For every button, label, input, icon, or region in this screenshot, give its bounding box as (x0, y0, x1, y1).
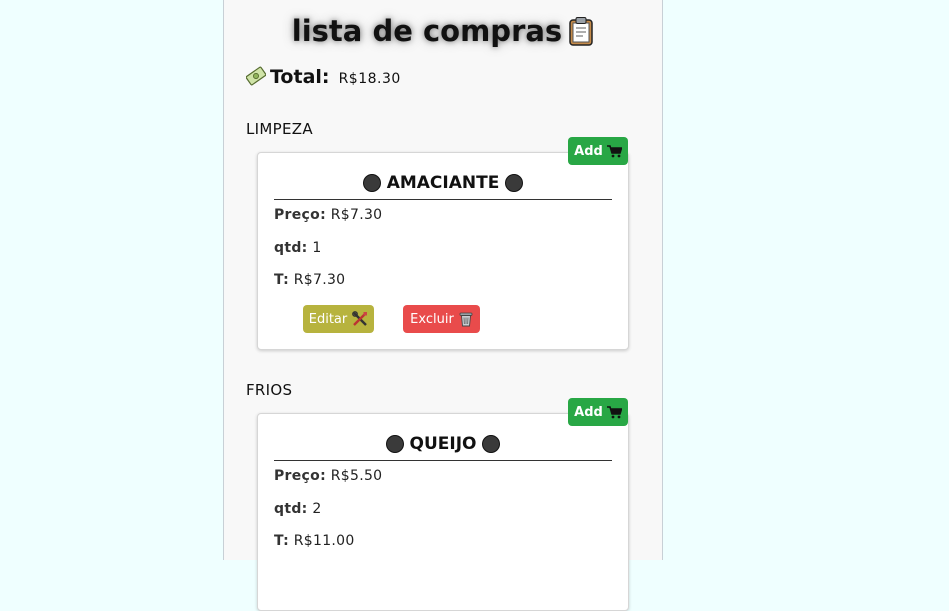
edit-button[interactable]: Editar (303, 305, 374, 333)
page-title-text: lista de compras (292, 14, 562, 48)
cart-icon (607, 145, 622, 158)
total-label: Total: (270, 66, 330, 88)
delete-button[interactable]: Excluir (403, 305, 480, 333)
total-summary: Total: R$18.30 (246, 66, 401, 91)
item-name: QUEIJO (410, 434, 477, 454)
add-item-button[interactable]: Add (568, 137, 628, 165)
page-title: lista de compras (224, 14, 662, 48)
item-card: QUEIJO Preço: R$5.50 qtd: 2 T: R$11.00 (257, 413, 629, 611)
price-value: R$5.50 (331, 468, 383, 484)
item-qty-row: qtd: 1 (274, 240, 322, 256)
total-value: R$18.30 (339, 71, 401, 87)
add-item-button[interactable]: Add (568, 398, 628, 426)
item-price-row: Preço: R$5.50 (274, 468, 382, 484)
black-circle-icon (386, 435, 404, 453)
price-label: Preço: (274, 468, 326, 484)
add-button-label: Add (574, 405, 603, 420)
black-circle-icon (505, 174, 523, 192)
qty-label: qtd: (274, 240, 308, 256)
add-button-label: Add (574, 144, 603, 159)
item-name-heading: QUEIJO (274, 428, 612, 461)
price-value: R$7.30 (331, 207, 383, 223)
price-label: Preço: (274, 207, 326, 223)
item-name: AMACIANTE (387, 173, 500, 193)
subtotal-label: T: (274, 272, 289, 288)
item-price-row: Preço: R$7.30 (274, 207, 382, 223)
black-circle-icon (482, 435, 500, 453)
item-subtotal-row: T: R$7.30 (274, 272, 345, 288)
delete-button-label: Excluir (410, 312, 454, 327)
black-circle-icon (363, 174, 381, 192)
category-title: LIMPEZA (246, 120, 313, 138)
item-name-heading: AMACIANTE (274, 167, 612, 200)
item-subtotal-row: T: R$11.00 (274, 533, 355, 549)
tools-icon (352, 311, 368, 327)
cart-icon (607, 406, 622, 419)
edit-button-label: Editar (309, 312, 348, 327)
qty-value: 1 (312, 240, 321, 256)
item-card: AMACIANTE Preço: R$7.30 qtd: 1 T: R$7.30… (257, 152, 629, 350)
category-title: FRIOS (246, 381, 292, 399)
main-panel: lista de compras Total: R$18.30 LIMPEZA … (223, 0, 663, 560)
trash-icon (459, 311, 473, 327)
money-icon (246, 66, 266, 91)
clipboard-icon (568, 16, 594, 46)
qty-value: 2 (312, 501, 321, 517)
item-qty-row: qtd: 2 (274, 501, 322, 517)
subtotal-value: R$7.30 (294, 272, 346, 288)
subtotal-value: R$11.00 (294, 533, 355, 549)
qty-label: qtd: (274, 501, 308, 517)
subtotal-label: T: (274, 533, 289, 549)
